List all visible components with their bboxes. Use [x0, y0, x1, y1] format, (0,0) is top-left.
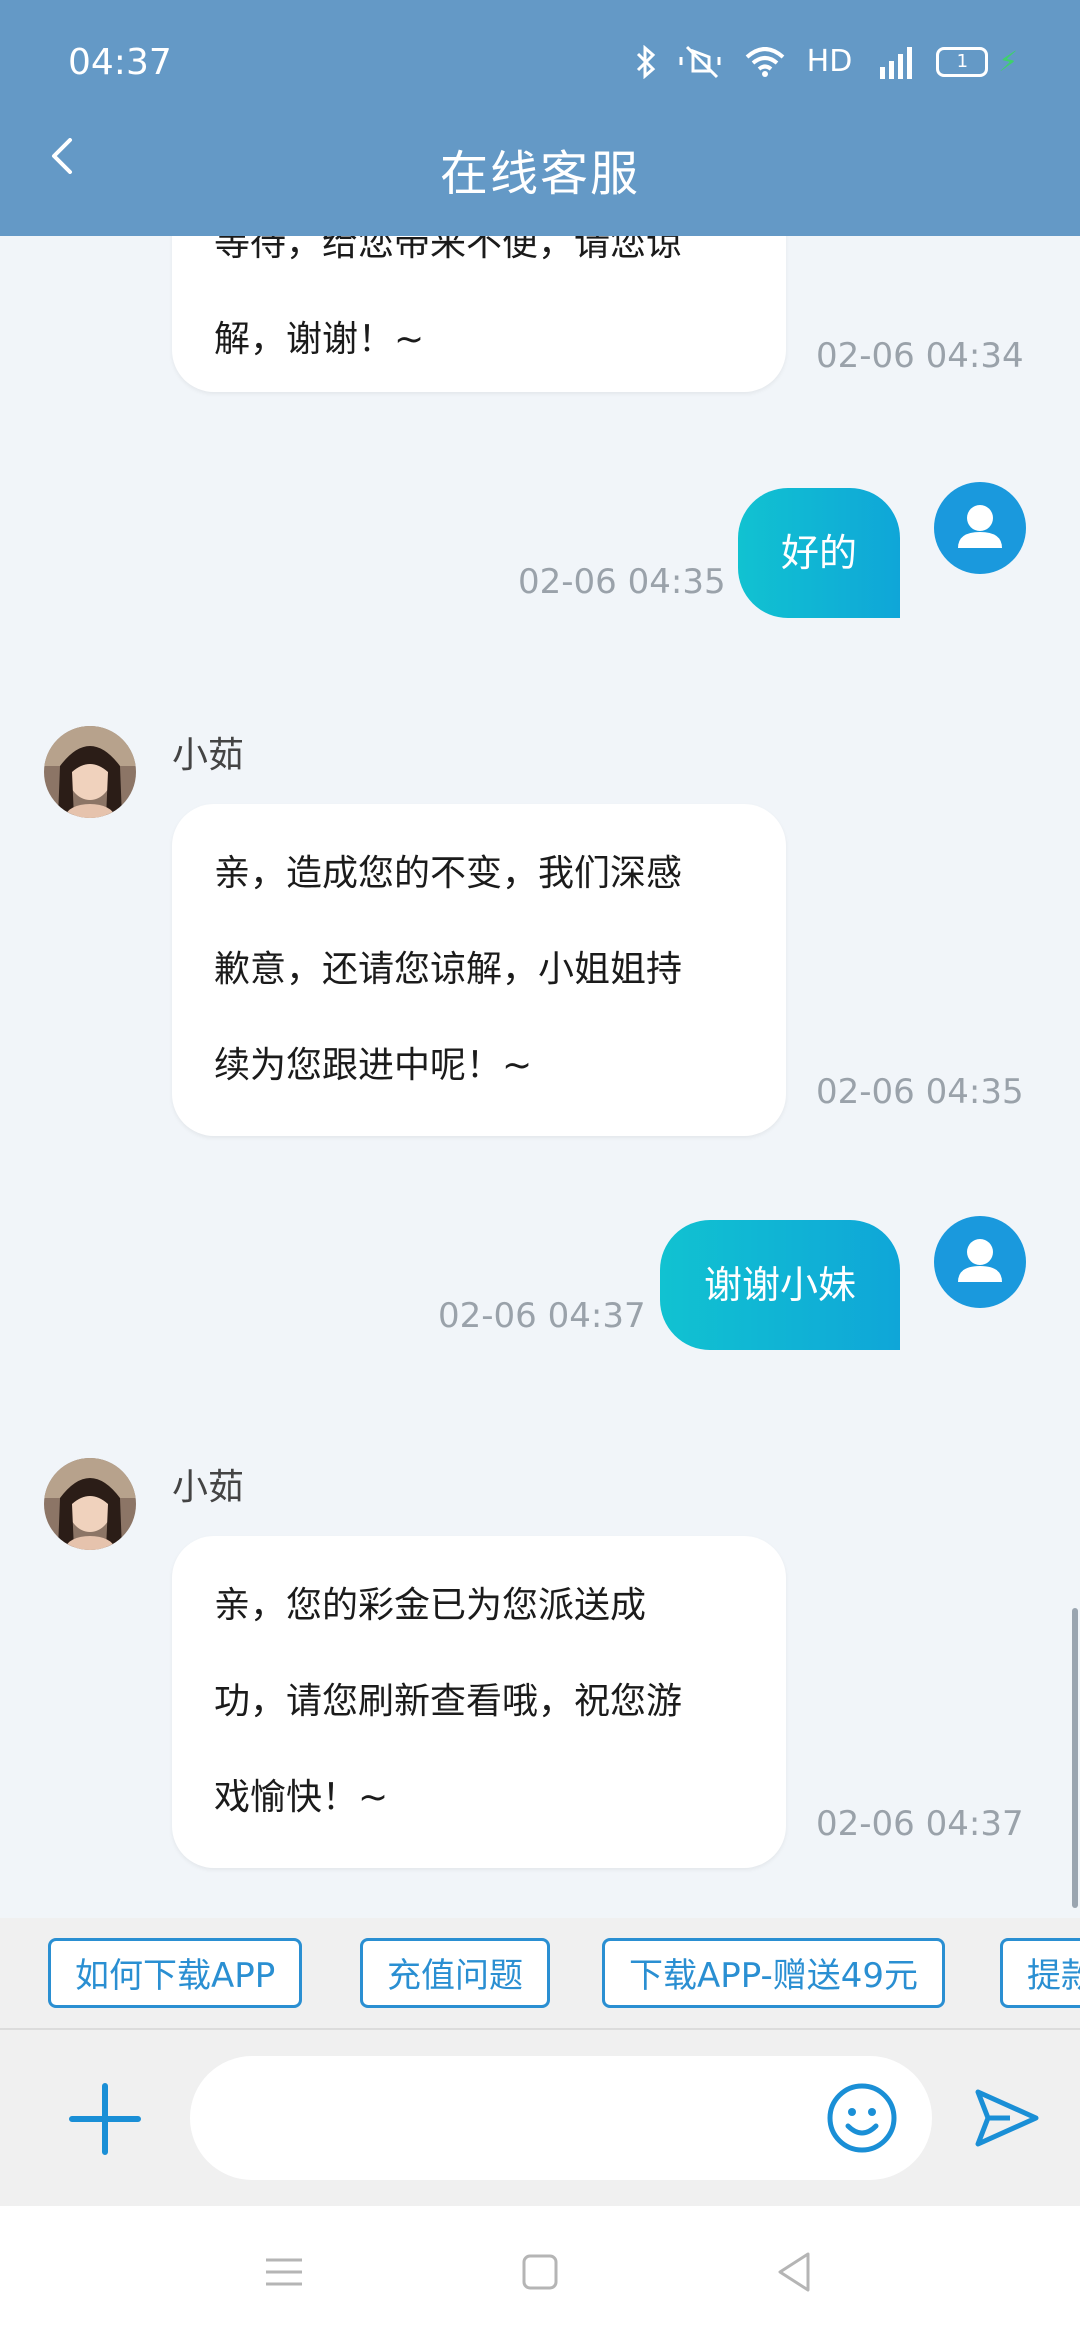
- message-line: 亲，您的彩金已为您派送成: [214, 1585, 647, 1626]
- bluetooth-icon: [636, 44, 655, 79]
- user-avatar: [934, 482, 1026, 574]
- user-avatar-icon: [958, 505, 1002, 548]
- message-line: 等待，给您带来不便，请您谅: [214, 236, 683, 264]
- quick-reply-withdraw[interactable]: 提款: [1000, 1938, 1080, 2008]
- home-icon[interactable]: [518, 2250, 562, 2294]
- wifi-icon: [745, 46, 784, 77]
- network-label: HD: [806, 44, 853, 79]
- send-icon[interactable]: [970, 2082, 1042, 2154]
- message-line: 亲，造成您的不变，我们深感: [214, 853, 683, 894]
- message-time: 02-06 04:35: [816, 1072, 1024, 1112]
- message-bubble-agent: 等待，给您带来不便，请您谅 解，谢谢！~: [172, 236, 786, 392]
- mute-icon: [679, 45, 721, 78]
- message-line: 戏愉快！~: [214, 1777, 389, 1818]
- page-title: 在线客服: [439, 146, 640, 202]
- message-time: 02-06 04:35: [518, 562, 726, 602]
- status-time: 04:37: [68, 42, 172, 83]
- user-avatar-icon: [958, 1239, 1002, 1282]
- agent-name: 小茹: [172, 735, 245, 776]
- message-time: 02-06 04:37: [438, 1296, 646, 1336]
- message-line: 解，谢谢！~: [214, 319, 425, 360]
- quick-replies-bar: 如何下载APP 充值问题 下载APP-赠送49元 提款: [0, 1918, 1080, 2030]
- plus-icon[interactable]: [66, 2080, 144, 2158]
- message-bubble-agent: 亲，您的彩金已为您派送成 功，请您刷新查看哦，祝您游 戏愉快！~: [172, 1536, 786, 1868]
- chat-scrollbar[interactable]: [1072, 1608, 1078, 1908]
- agent-avatar: [44, 1458, 136, 1550]
- agent-avatar: [44, 726, 136, 818]
- input-bar: [0, 2030, 1080, 2206]
- message-line: 续为您跟进中呢！~: [214, 1045, 533, 1086]
- message-input[interactable]: [190, 2056, 932, 2180]
- message-time: 02-06 04:37: [816, 1804, 1024, 1844]
- status-icons: HD 1 ⚡: [635, 44, 1018, 79]
- emoji-icon[interactable]: [826, 2082, 898, 2154]
- message-line: 功，请您刷新查看哦，祝您游: [214, 1681, 683, 1722]
- back-nav-icon[interactable]: [772, 2250, 816, 2294]
- agent-name: 小茹: [172, 1467, 245, 1508]
- charging-icon: ⚡: [998, 45, 1018, 78]
- system-nav-bar: [0, 2206, 1080, 2340]
- battery-icon: 1: [936, 46, 989, 77]
- message-time: 02-06 04:34: [816, 336, 1024, 376]
- header-bar: 04:37 HD 1 ⚡ 在线客服: [0, 0, 1080, 236]
- signal-icon: [880, 46, 913, 79]
- quick-reply-recharge[interactable]: 充值问题: [360, 1938, 550, 2008]
- message-bubble-user: 谢谢小妹: [660, 1220, 900, 1350]
- message-bubble-agent: 亲，造成您的不变，我们深感 歉意，还请您谅解，小姐姐持 续为您跟进中呢！~: [172, 804, 786, 1136]
- message-line: 歉意，还请您谅解，小姐姐持: [214, 949, 683, 990]
- message-bubble-user: 好的: [738, 488, 900, 618]
- chat-area[interactable]: 等待，给您带来不便，请您谅 解，谢谢！~ 02-06 04:34 02-06 0…: [0, 236, 1080, 1918]
- menu-icon[interactable]: [262, 2250, 306, 2294]
- quick-reply-download-app[interactable]: 如何下载APP: [48, 1938, 303, 2008]
- quick-reply-download-bonus[interactable]: 下载APP-赠送49元: [602, 1938, 946, 2008]
- user-avatar: [934, 1216, 1026, 1308]
